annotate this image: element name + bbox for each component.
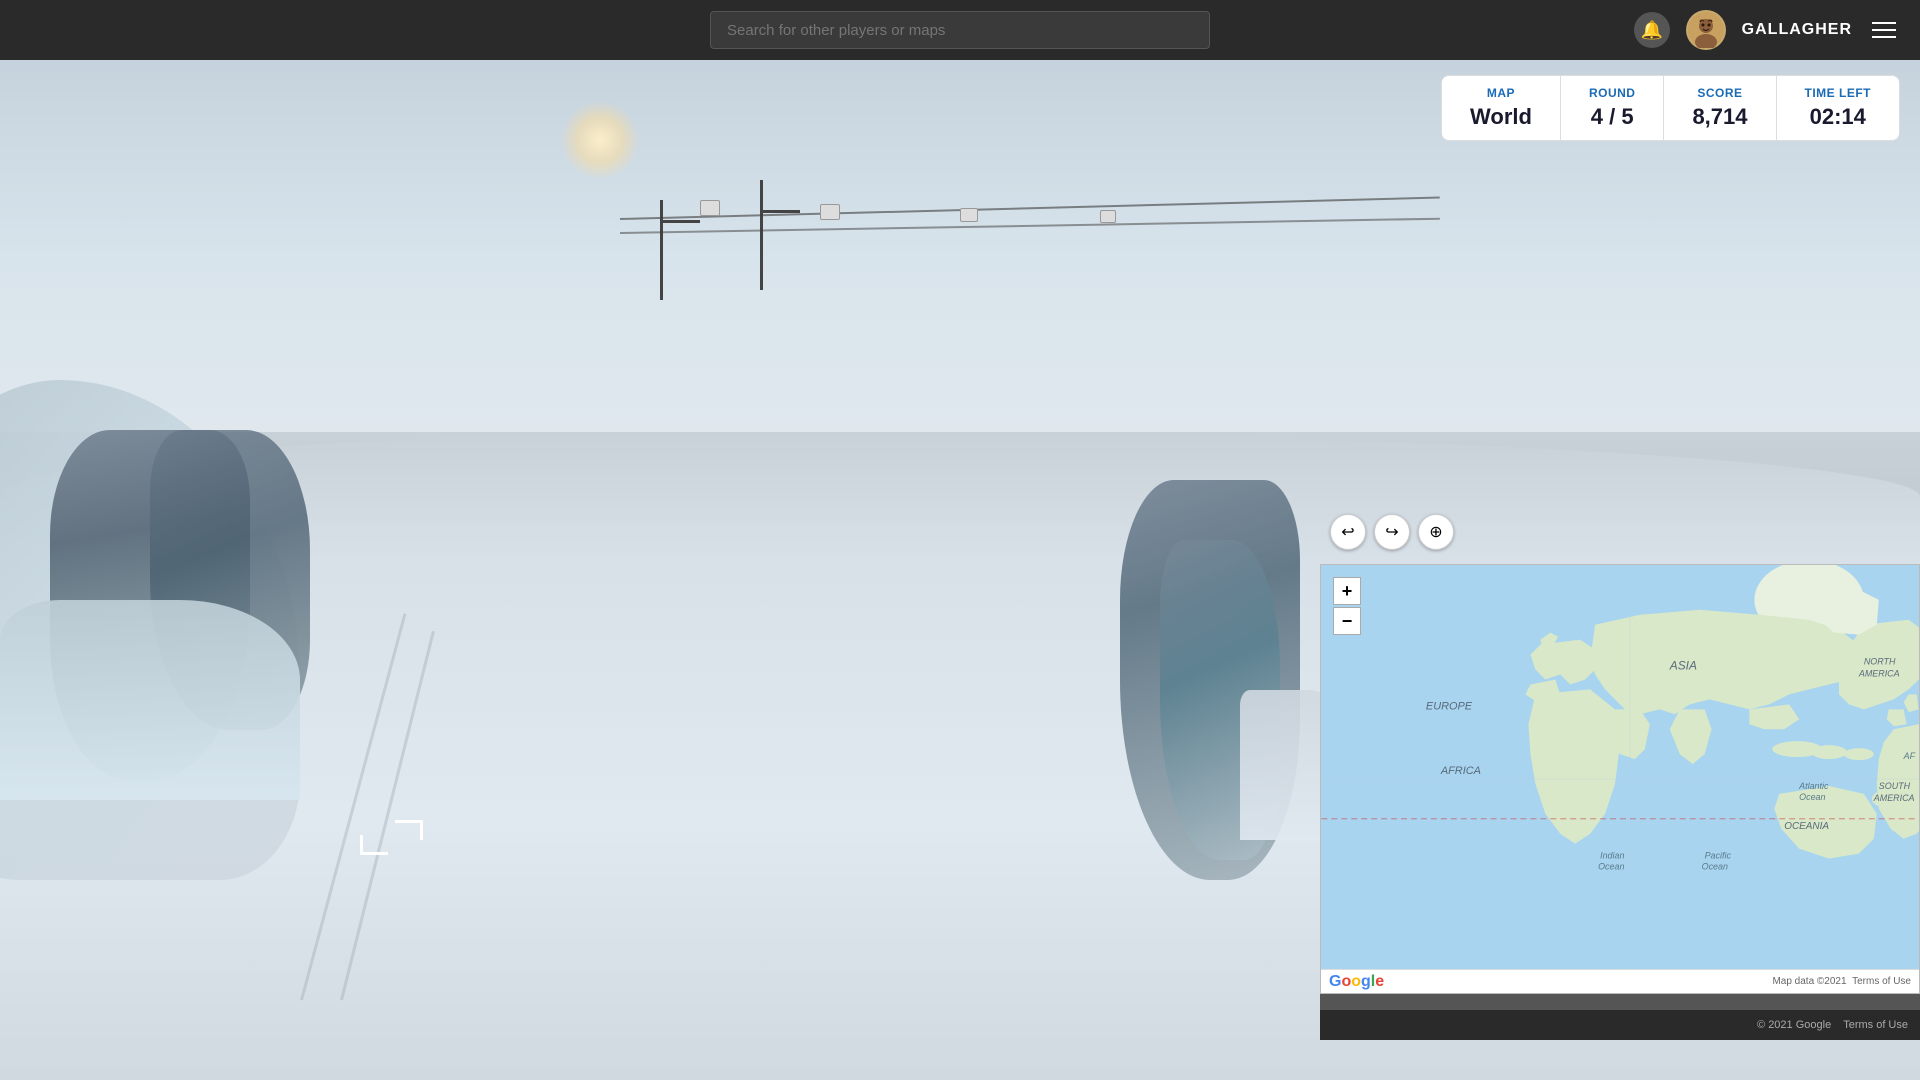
svg-text:NORTH: NORTH bbox=[1864, 657, 1896, 667]
notification-button[interactable]: 🔔 bbox=[1634, 12, 1670, 48]
zoom-in-button[interactable]: + bbox=[1333, 577, 1361, 605]
svg-text:SOUTH: SOUTH bbox=[1879, 781, 1911, 791]
menu-button[interactable] bbox=[1868, 18, 1900, 42]
svg-text:Pacific: Pacific bbox=[1705, 851, 1732, 861]
avatar-image bbox=[1688, 12, 1724, 48]
svg-text:Ocean: Ocean bbox=[1799, 792, 1825, 802]
map-cell: MAP World bbox=[1442, 76, 1561, 140]
map-resize-button[interactable]: ⊕ bbox=[1418, 514, 1454, 550]
search-container bbox=[710, 11, 1210, 49]
svg-text:AF: AF bbox=[1903, 751, 1916, 761]
google-logo: Google bbox=[1329, 973, 1384, 991]
score-label: SCORE bbox=[1692, 86, 1747, 100]
menu-line-2 bbox=[1872, 29, 1896, 31]
svg-text:ASIA: ASIA bbox=[1669, 659, 1697, 673]
round-value: 4 / 5 bbox=[1589, 104, 1636, 130]
time-label: TIME LEFT bbox=[1805, 86, 1872, 100]
world-map-svg: EUROPE ASIA AFRICA NORTH AMERICA SOUTH A… bbox=[1321, 565, 1919, 993]
gondola-1 bbox=[700, 200, 720, 216]
zoom-out-button[interactable]: − bbox=[1333, 607, 1361, 635]
score-value: 8,714 bbox=[1692, 104, 1747, 130]
nav-right: 🔔 GALLAGHER bbox=[1634, 10, 1900, 50]
map-view[interactable]: EUROPE ASIA AFRICA NORTH AMERICA SOUTH A… bbox=[1320, 564, 1920, 994]
terms-link[interactable]: Terms of Use bbox=[1843, 1019, 1908, 1031]
svg-text:EUROPE: EUROPE bbox=[1426, 700, 1473, 712]
info-panel: MAP World ROUND 4 / 5 SCORE 8,714 TIME L… bbox=[1441, 75, 1900, 141]
gondola-3 bbox=[960, 208, 978, 222]
ski-lift-pole-1 bbox=[660, 200, 663, 300]
gondola-4 bbox=[1100, 210, 1116, 223]
map-label: MAP bbox=[1470, 86, 1532, 100]
svg-text:Atlantic: Atlantic bbox=[1798, 781, 1829, 791]
map-attribution: Map data ©2021 Terms of Use bbox=[1772, 976, 1911, 987]
score-cell: SCORE 8,714 bbox=[1664, 76, 1776, 140]
round-label: ROUND bbox=[1589, 86, 1636, 100]
zoom-controls: + − bbox=[1333, 577, 1361, 635]
svg-text:AFRICA: AFRICA bbox=[1440, 765, 1481, 777]
avatar bbox=[1686, 10, 1726, 50]
gondola-2 bbox=[820, 204, 840, 220]
navbar: 🔔 GALLAGHER bbox=[0, 0, 1920, 60]
username-label: GALLAGHER bbox=[1742, 21, 1852, 39]
expand-mark-bl bbox=[360, 835, 388, 855]
search-input[interactable] bbox=[710, 11, 1210, 49]
ski-lift-pole-2 bbox=[760, 180, 763, 290]
ski-lift-arm-1 bbox=[660, 220, 700, 223]
snow-clump-left bbox=[0, 600, 300, 800]
menu-line-1 bbox=[1872, 22, 1896, 24]
map-container: ↩ ↪ ⊕ bbox=[1320, 564, 1920, 1040]
time-value: 02:14 bbox=[1805, 104, 1872, 130]
bell-icon: 🔔 bbox=[1640, 20, 1662, 41]
svg-text:OCEANIA: OCEANIA bbox=[1784, 821, 1829, 832]
svg-text:Ocean: Ocean bbox=[1702, 862, 1728, 872]
back-icon: ↩ bbox=[1341, 522, 1354, 542]
map-value: World bbox=[1470, 104, 1532, 130]
round-cell: ROUND 4 / 5 bbox=[1561, 76, 1665, 140]
forward-icon: ↪ bbox=[1385, 522, 1398, 542]
map-back-button[interactable]: ↩ bbox=[1330, 514, 1366, 550]
menu-line-3 bbox=[1872, 36, 1896, 38]
svg-text:Ocean: Ocean bbox=[1598, 862, 1624, 872]
copyright-label: © 2021 Google bbox=[1757, 1019, 1831, 1031]
svg-text:Indian: Indian bbox=[1600, 851, 1624, 861]
svg-text:AMERICA: AMERICA bbox=[1873, 793, 1915, 803]
map-forward-button[interactable]: ↪ bbox=[1374, 514, 1410, 550]
resize-icon: ⊕ bbox=[1429, 522, 1442, 542]
expand-mark-tr bbox=[395, 820, 423, 840]
svg-text:AMERICA: AMERICA bbox=[1858, 668, 1900, 678]
sun-flare bbox=[560, 100, 640, 180]
map-nav-controls: ↩ ↪ ⊕ bbox=[1330, 514, 1454, 550]
time-cell: TIME LEFT 02:14 bbox=[1777, 76, 1900, 140]
bottom-bar: © 2021 Google Terms of Use bbox=[1320, 1010, 1920, 1040]
map-footer: Google Map data ©2021 Terms of Use bbox=[1321, 969, 1919, 993]
